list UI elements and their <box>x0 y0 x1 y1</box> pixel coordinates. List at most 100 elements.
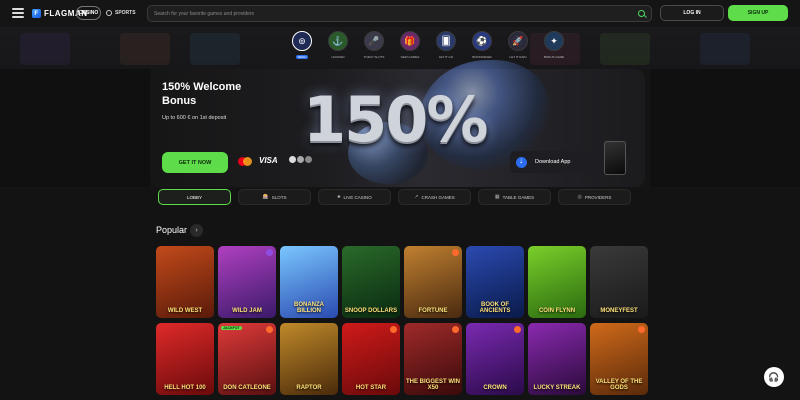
category-label: BONUS GAME <box>543 55 565 59</box>
game-tile[interactable]: LUCKY STREAK <box>528 323 586 395</box>
tab-providers[interactable]: ◎ PROVIDERS <box>558 189 631 205</box>
game-title: MONEYFEST <box>600 308 638 314</box>
live-icon: ♣ <box>337 194 341 200</box>
game-tile[interactable]: VALLEY OF THE GODS <box>590 323 648 395</box>
hamburger-menu-icon[interactable] <box>12 8 24 18</box>
hot-badge-icon <box>514 326 521 333</box>
rocket-icon: 🚀 <box>508 31 528 51</box>
game-tile[interactable]: MONEYFEST <box>590 246 648 318</box>
category-new-games[interactable]: 🎁 NEW GAMES <box>393 31 427 59</box>
slots-icon: 🎰 <box>262 194 269 200</box>
jackpot-badge: JACKPOT <box>221 326 242 330</box>
hero-side-left <box>0 69 150 187</box>
background-thumbnail <box>600 33 650 65</box>
tab-lobby[interactable]: LOBBY <box>158 189 231 205</box>
game-tile[interactable]: BONANZA BILLION <box>280 246 338 318</box>
crash-icon: ↗ <box>414 194 419 200</box>
card-icon: 🂠 <box>436 31 456 51</box>
search-input[interactable] <box>154 10 634 17</box>
hot-badge-icon <box>638 326 645 333</box>
hero-percent-graphic: 150% <box>303 83 489 156</box>
casino-button[interactable]: CASINO <box>76 6 101 20</box>
game-tile[interactable]: WILD JAM <box>218 246 276 318</box>
hook-icon: ⚓ <box>328 31 348 51</box>
get-it-now-button[interactable]: GET IT NOW <box>162 152 228 173</box>
ball-icon: ⚽ <box>472 31 492 51</box>
tab-label: CRASH GAMES <box>421 194 455 200</box>
table-icon: ▦ <box>494 194 500 200</box>
game-title: WILD JAM <box>232 308 262 314</box>
phone-image <box>604 141 626 175</box>
search-bar[interactable] <box>147 5 652 22</box>
game-title: THE BIGGEST WIN X50 <box>406 379 460 391</box>
category-today-slots[interactable]: 🎤 TODAY SLOTS <box>357 31 391 59</box>
game-tile[interactable]: THE BIGGEST WIN X50 <box>404 323 462 395</box>
game-title: BONANZA BILLION <box>294 302 324 314</box>
game-tile[interactable]: JACKPOT DON CATLEONE <box>218 323 276 395</box>
hot-badge-icon <box>452 326 459 333</box>
tab-label: PROVIDERS <box>584 194 612 200</box>
sports-ball-icon <box>106 10 112 16</box>
sports-button[interactable]: SPORTS <box>106 6 136 20</box>
game-tile[interactable]: CROWN <box>466 323 524 395</box>
background-thumbnail <box>190 33 240 65</box>
tab-live-casino[interactable]: ♣ LIVE CASINO <box>318 189 391 205</box>
category-hooked[interactable]: ⚓ HOOKED <box>321 31 355 59</box>
bonus-icon: ✦ <box>544 31 564 51</box>
tab-crash-games[interactable]: ↗ CRASH GAMES <box>398 189 471 205</box>
game-title: VALLEY OF THE GODS <box>595 379 643 391</box>
game-title: BOOK OF ANCIENTS <box>479 302 511 314</box>
providers-icon: ◎ <box>577 194 582 200</box>
category-label: LET IT GO <box>438 55 454 59</box>
mic-icon: 🎤 <box>364 31 384 51</box>
mastercard-icon <box>238 157 252 166</box>
hot-badge-icon <box>266 326 273 333</box>
game-title: DON CATLEONE <box>223 385 271 391</box>
login-button[interactable]: LOG IN <box>660 5 724 21</box>
category-bookmaker[interactable]: ⚽ BOOKMAKER <box>465 31 499 59</box>
game-tile[interactable]: FORTUNE <box>404 246 462 318</box>
game-title: FORTUNE <box>418 308 448 314</box>
logo-mark-icon: F <box>32 9 41 18</box>
category-label: MENU <box>295 55 309 59</box>
game-tile[interactable]: HELL HOT 100 <box>156 323 214 395</box>
hero-subtitle: Up to 600 € on 1st deposit <box>162 115 227 121</box>
game-tile[interactable]: RAPTOR <box>280 323 338 395</box>
game-title: CROWN <box>483 385 507 391</box>
category-bonus-game[interactable]: ✦ BONUS GAME <box>537 31 571 59</box>
category-menu[interactable]: ⊚ MENU <box>285 31 319 59</box>
game-title: RAPTOR <box>296 385 322 391</box>
category-let-it-rain[interactable]: 🚀 LET IT RAIN <box>501 31 535 59</box>
tab-table-games[interactable]: ▦ TABLE GAMES <box>478 189 551 205</box>
tab-label: LIVE CASINO <box>343 194 372 200</box>
game-tile[interactable]: BOOK OF ANCIENTS <box>466 246 524 318</box>
gift-icon: 🎁 <box>400 31 420 51</box>
visa-logo: VISA <box>259 156 278 165</box>
section-tabs: LOBBY 🎰 SLOTS ♣ LIVE CASINO ↗ CRASH GAMES ▦ TABL… <box>158 189 640 209</box>
game-tile[interactable]: WILD WEST <box>156 246 214 318</box>
category-label: LET IT RAIN <box>509 55 527 59</box>
category-let-it-go[interactable]: 🂠 LET IT GO <box>429 31 463 59</box>
game-title: HELL HOT 100 <box>164 385 206 391</box>
game-tile[interactable]: COIN FLYNN <box>528 246 586 318</box>
category-label: BOOKMAKER <box>472 55 492 59</box>
menu-icon: ⊚ <box>292 31 312 51</box>
search-icon[interactable] <box>638 10 645 17</box>
background-thumbnail <box>120 33 170 65</box>
top-bar: F FLAGMAN CASINO SPORTS LOG IN SIGN UP <box>0 0 800 27</box>
category-label: HOOKED <box>331 55 345 59</box>
background-thumbnail <box>700 33 750 65</box>
hot-badge-icon <box>390 326 397 333</box>
signup-button[interactable]: SIGN UP <box>728 5 788 21</box>
category-label: TODAY SLOTS <box>363 55 385 59</box>
game-title: LUCKY STREAK <box>533 385 581 391</box>
hero-title: 150% Welcome Bonus <box>162 81 242 107</box>
support-chat-icon[interactable]: 🎧 <box>764 367 784 387</box>
game-tile[interactable]: SNOOP DOLLARS <box>342 246 400 318</box>
game-title: COIN FLYNN <box>538 308 576 314</box>
chevron-right-icon[interactable]: › <box>190 224 203 237</box>
game-tile[interactable]: HOT STAR <box>342 323 400 395</box>
hot-badge-icon <box>452 249 459 256</box>
game-title: WILD WEST <box>167 308 203 314</box>
tab-slots[interactable]: 🎰 SLOTS <box>238 189 311 205</box>
